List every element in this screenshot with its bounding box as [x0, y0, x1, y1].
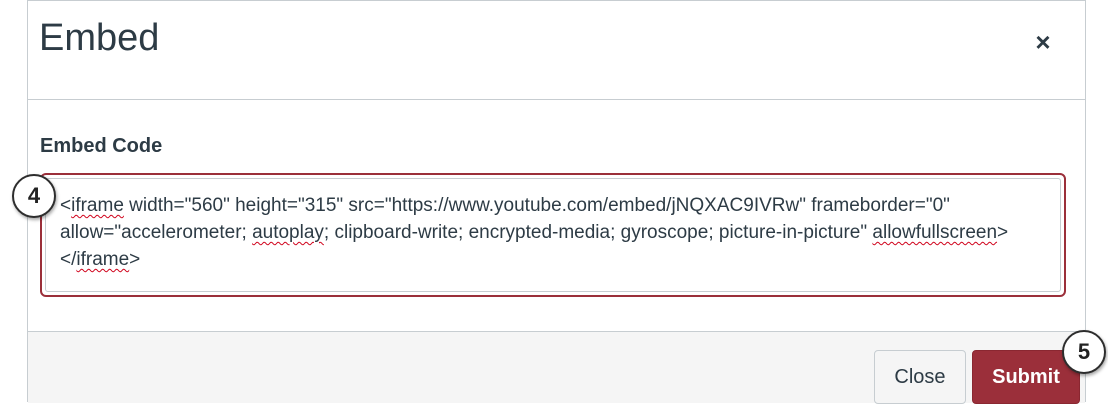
- embed-dialog: Embed × Embed Code <iframe width="560" h…: [27, 0, 1086, 404]
- embed-code-focus-ring: <iframe width="560" height="315" src="ht…: [40, 173, 1066, 297]
- dialog-header: Embed ×: [28, 1, 1085, 100]
- dialog-footer: Close Submit: [28, 331, 1085, 404]
- step-4-callout: 4: [12, 174, 56, 218]
- dialog-title: Embed: [39, 17, 160, 59]
- close-icon[interactable]: ×: [1028, 27, 1058, 57]
- embed-code-label: Embed Code: [40, 135, 163, 157]
- code-segment-spellcheck: allowfullscreen: [872, 222, 998, 243]
- close-button[interactable]: Close: [874, 350, 966, 404]
- code-segment-spellcheck: autoplay: [252, 222, 324, 243]
- code-segment: ; clipboard-write; encrypted-media; gyro…: [323, 222, 873, 243]
- code-segment: <: [60, 195, 72, 216]
- code-segment: >: [129, 249, 141, 270]
- code-segment-spellcheck: iframe: [76, 249, 130, 270]
- step-5-callout: 5: [1062, 330, 1106, 374]
- code-segment-spellcheck: iframe: [71, 195, 124, 216]
- embed-code-textarea[interactable]: <iframe width="560" height="315" src="ht…: [45, 178, 1061, 292]
